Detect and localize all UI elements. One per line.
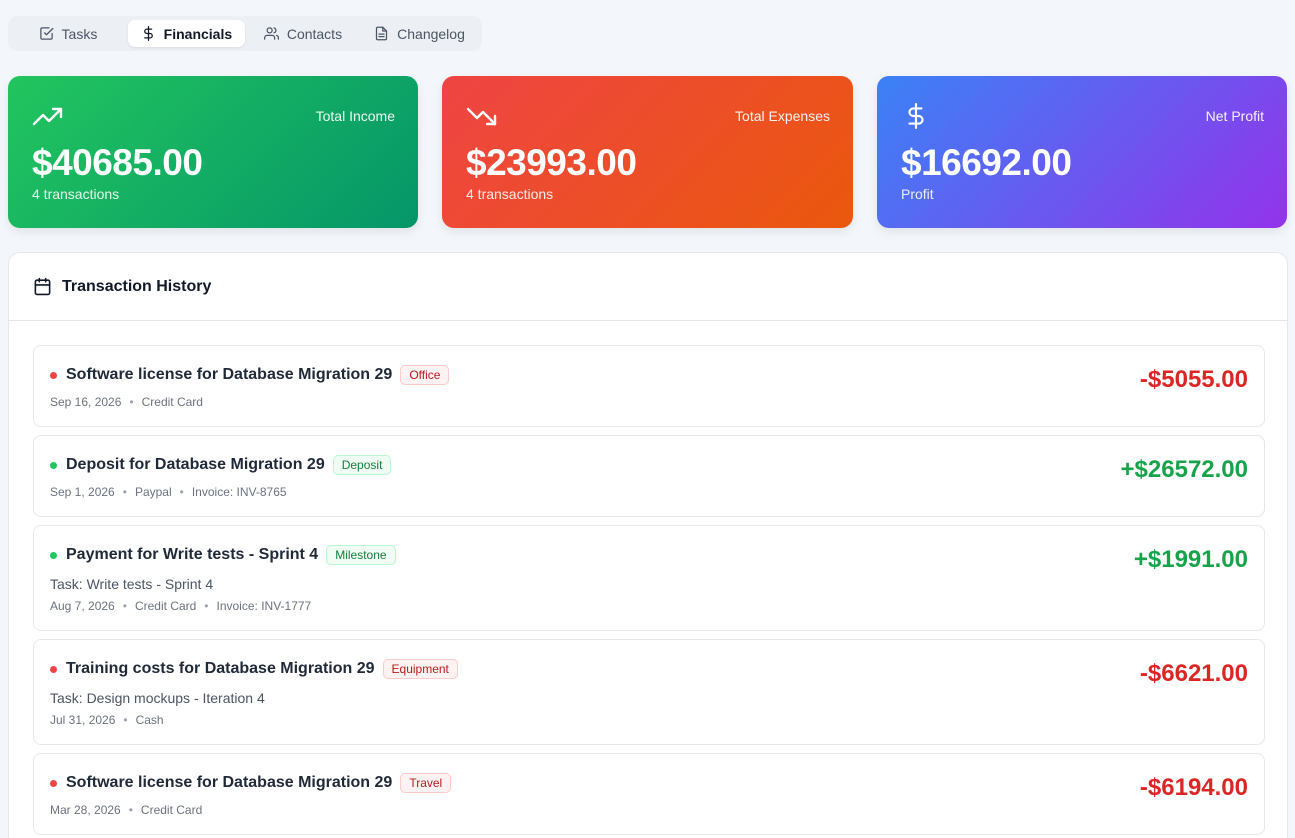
category-badge: Deposit (332, 455, 392, 475)
card-label: Total Income (315, 108, 395, 124)
transaction-amount: -$6621.00 (1139, 660, 1248, 687)
bullet-separator: • (204, 599, 209, 613)
transaction-title: Software license for Database Migration … (66, 774, 393, 791)
payment-method: Cash (135, 713, 164, 727)
payment-method: Credit Card (140, 803, 203, 817)
transaction-title: Software license for Database Migration … (66, 366, 393, 383)
invoice-number: Invoice: INV-8765 (191, 485, 287, 499)
transaction-date: Mar 28, 2026 (50, 803, 121, 817)
tab-financials[interactable]: Financials (127, 20, 245, 47)
bullet-separator: • (129, 395, 134, 409)
tab-tasks[interactable]: Tasks (12, 20, 124, 47)
card-value: $16692.00 (901, 142, 1072, 183)
transaction-row[interactable]: Deposit for Database Migration 29 Deposi… (33, 435, 1265, 517)
expense-dot-icon (50, 665, 57, 673)
transaction-title: Deposit for Database Migration 29 (66, 456, 325, 473)
transaction-date: Aug 7, 2026 (50, 599, 115, 613)
panel-title: Transaction History (62, 277, 212, 295)
transaction-row[interactable]: Training costs for Database Migration 29… (33, 639, 1265, 745)
category-badge: Equipment (382, 659, 458, 679)
tab-contacts[interactable]: Contacts (249, 20, 357, 47)
tab-label: Tasks (61, 25, 98, 42)
payment-method: Credit Card (141, 395, 203, 409)
document-icon (376, 26, 388, 41)
bullet-separator: • (122, 599, 127, 613)
transaction-amount: +$1991.00 (1133, 546, 1248, 573)
payment-method: Credit Card (134, 599, 197, 613)
transaction-meta: Sep 1, 2026 • Paypal • Invoice: INV-8765 (50, 485, 287, 499)
trending-down-icon (466, 107, 497, 126)
transaction-title: Payment for Write tests - Sprint 4 (66, 546, 319, 563)
transaction-meta: Aug 7, 2026 • Credit Card • Invoice: INV… (50, 599, 311, 613)
payment-method: Paypal (134, 485, 172, 499)
card-subtext: Profit (901, 186, 934, 202)
expense-dot-icon (50, 371, 57, 379)
income-dot-icon (50, 461, 57, 469)
calendar-icon (34, 277, 51, 296)
transaction-amount: +$26572.00 (1120, 456, 1248, 483)
card-subtext: 4 transactions (32, 186, 120, 202)
net-profit-card: Net Profit $16692.00 Profit (877, 76, 1287, 228)
trending-up-icon (32, 107, 63, 126)
total-income-card: Total Income $40685.00 4 transactions (8, 76, 418, 228)
checkbox-icon (39, 27, 53, 40)
transaction-title: Training costs for Database Migration 29 (66, 660, 375, 677)
users-icon (263, 27, 279, 40)
bullet-separator: • (122, 485, 127, 499)
bullet-separator: • (179, 485, 184, 499)
invoice-number: Invoice: INV-1777 (216, 599, 312, 613)
transaction-date: Sep 16, 2026 (50, 395, 122, 409)
bullet-separator: • (123, 713, 128, 727)
category-badge: Travel (400, 773, 452, 793)
income-dot-icon (50, 551, 57, 559)
transaction-row[interactable]: Software license for Database Migration … (33, 753, 1265, 835)
bullet-separator: • (128, 803, 133, 817)
dollar-icon (908, 103, 924, 129)
transaction-amount: -$5055.00 (1139, 366, 1248, 393)
transaction-row[interactable]: Payment for Write tests - Sprint 4 Miles… (33, 525, 1265, 631)
transaction-date: Jul 31, 2026 (50, 713, 116, 727)
tab-label: Financials (163, 25, 233, 42)
tab-changelog[interactable]: Changelog (361, 20, 478, 47)
transaction-date: Sep 1, 2026 (50, 485, 115, 499)
transaction-meta: Mar 28, 2026 • Credit Card (50, 803, 202, 817)
transaction-meta: Jul 31, 2026 • Cash (50, 713, 164, 727)
category-badge: Office (400, 365, 450, 385)
tab-label: Contacts (286, 25, 343, 42)
transaction-meta: Sep 16, 2026 • Credit Card (50, 395, 203, 409)
transaction-amount: -$6194.00 (1139, 774, 1248, 801)
panel-header: Transaction History (9, 253, 1287, 321)
tab-label: Changelog (397, 25, 465, 42)
card-value: $23993.00 (466, 142, 637, 183)
card-label: Total Expenses (735, 108, 830, 124)
expense-dot-icon (50, 779, 57, 787)
linked-task: Task: Write tests - Sprint 4 (50, 576, 214, 592)
transaction-row[interactable]: Software license for Database Migration … (33, 345, 1265, 427)
linked-task: Task: Design mockups - Iteration 4 (50, 690, 265, 706)
total-expenses-card: Total Expenses $23993.00 4 transactions (442, 76, 853, 228)
dollar-icon (143, 26, 153, 41)
category-badge: Milestone (326, 545, 396, 565)
transaction-history-panel: Transaction History Software license for… (8, 252, 1288, 838)
card-label: Net Profit (1205, 108, 1264, 124)
tab-bar: Tasks Financials Contacts Changelog (8, 16, 482, 51)
card-subtext: 4 transactions (466, 186, 554, 202)
card-value: $40685.00 (32, 142, 203, 183)
